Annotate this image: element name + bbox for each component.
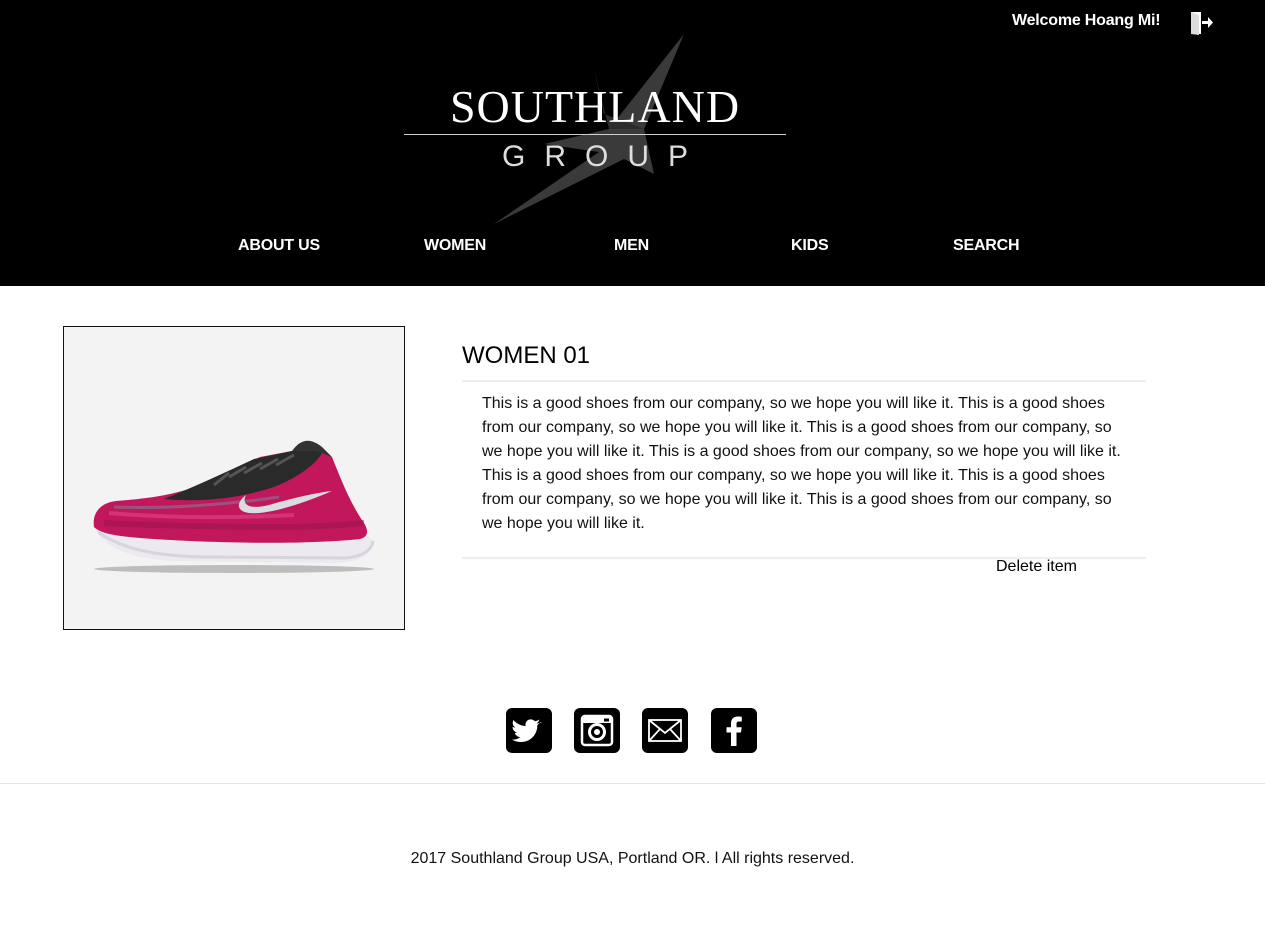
mail-icon[interactable] <box>642 708 688 753</box>
product-image <box>63 326 405 630</box>
welcome-text: Welcome Hoang Mi! <box>1012 12 1161 29</box>
product-description: This is a good shoes from our company, s… <box>482 395 1121 532</box>
brand-logo[interactable]: SOUTHLAND GROUP <box>404 34 786 224</box>
copyright-text: 2017 Southland Group USA, Portland OR. l… <box>410 850 855 867</box>
logo-subtitle: GROUP <box>501 140 707 173</box>
instagram-icon[interactable] <box>574 708 620 753</box>
logo-divider <box>404 134 786 135</box>
site-header: Welcome Hoang Mi! SOUTHLAND GROUP ABOUT … <box>0 0 1265 286</box>
logout-icon[interactable] <box>1188 10 1214 36</box>
divider <box>462 380 1146 382</box>
product-title: WOMEN 01 <box>462 342 591 369</box>
nav-women[interactable]: WOMEN <box>424 237 486 255</box>
nav-kids[interactable]: KIDS <box>791 237 829 255</box>
logo-wordmark: SOUTHLAND <box>449 81 741 132</box>
nav-about-us[interactable]: ABOUT US <box>238 237 320 255</box>
nav-search[interactable]: SEARCH <box>953 237 1020 255</box>
nav-men[interactable]: MEN <box>614 237 649 255</box>
delete-item-button[interactable]: Delete item <box>996 558 1077 576</box>
main-nav: ABOUT US WOMEN MEN KIDS SEARCH <box>0 237 1265 259</box>
twitter-icon[interactable] <box>506 708 552 753</box>
footer-divider <box>0 783 1265 784</box>
facebook-icon[interactable] <box>711 708 757 753</box>
